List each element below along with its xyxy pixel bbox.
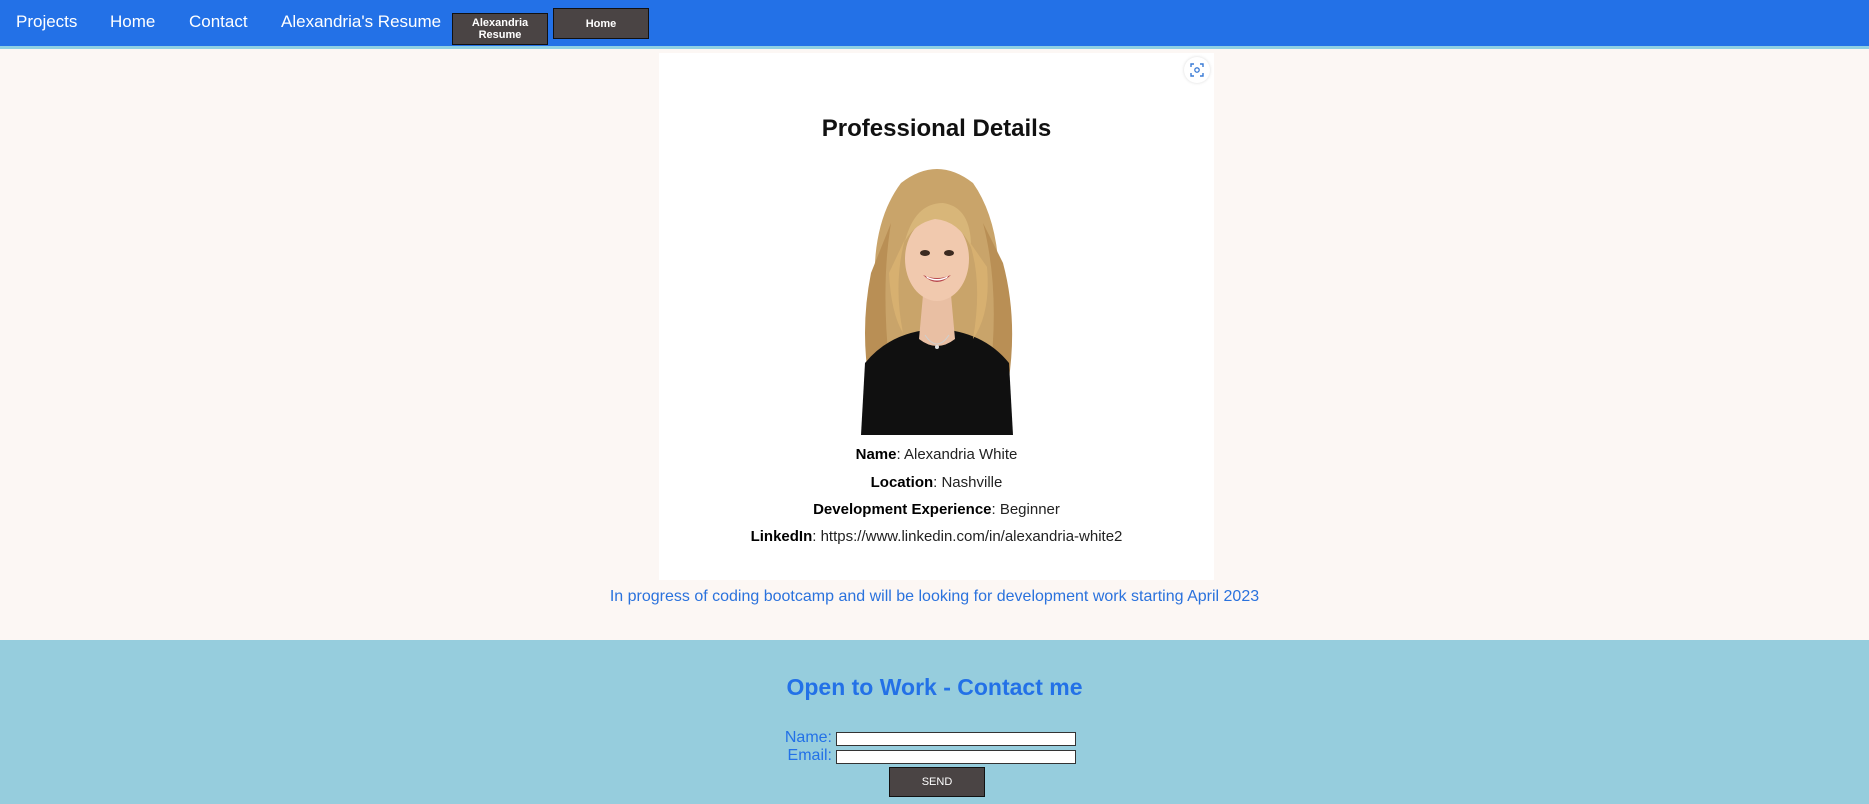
status-message: In progress of coding bootcamp and will …: [609, 588, 1260, 605]
nav-link-projects[interactable]: Projects: [16, 12, 77, 32]
name-label: Name:: [784, 729, 832, 746]
alexandria-resume-button[interactable]: Alexandria Resume: [452, 13, 548, 45]
detail-linkedin: LinkedIn: https://www.linkedin.com/in/al…: [659, 528, 1214, 545]
profile-photo: [861, 169, 1013, 435]
detail-location: Location: Nashville: [659, 474, 1214, 491]
detail-location-value: : Nashville: [933, 474, 1003, 491]
detail-name-label: Name: [855, 446, 897, 463]
card-title: Professional Details: [821, 115, 1052, 142]
detail-name-value: : Alexandria White: [896, 446, 1018, 463]
contact-section: Open to Work - Contact me Name: Email: S…: [0, 640, 1869, 804]
nav-link-contact[interactable]: Contact: [189, 12, 248, 32]
name-input[interactable]: [836, 732, 1076, 746]
detail-experience-value: : Beginner: [991, 501, 1060, 518]
nav-link-resume[interactable]: Alexandria's Resume: [281, 12, 441, 32]
detail-linkedin-label: LinkedIn: [750, 528, 813, 545]
top-navbar: Projects Home Contact Alexandria's Resum…: [0, 0, 1869, 49]
detail-experience: Development Experience: Beginner: [659, 501, 1214, 518]
detail-linkedin-value[interactable]: : https://www.linkedin.com/in/alexandria…: [812, 528, 1122, 545]
nav-link-home[interactable]: Home: [110, 12, 155, 32]
detail-location-label: Location: [870, 474, 934, 491]
professional-details-card: Professional Details Name: Alexandria Wh…: [659, 53, 1214, 580]
email-input[interactable]: [836, 750, 1076, 764]
detail-experience-label: Development Experience: [813, 501, 992, 518]
send-button[interactable]: SEND: [889, 767, 985, 797]
detail-name: Name: Alexandria White: [659, 446, 1214, 463]
email-label: Email:: [787, 747, 832, 764]
expand-image-icon[interactable]: [1184, 57, 1210, 83]
home-button[interactable]: Home: [553, 8, 649, 39]
contact-title: Open to Work - Contact me: [786, 674, 1083, 700]
